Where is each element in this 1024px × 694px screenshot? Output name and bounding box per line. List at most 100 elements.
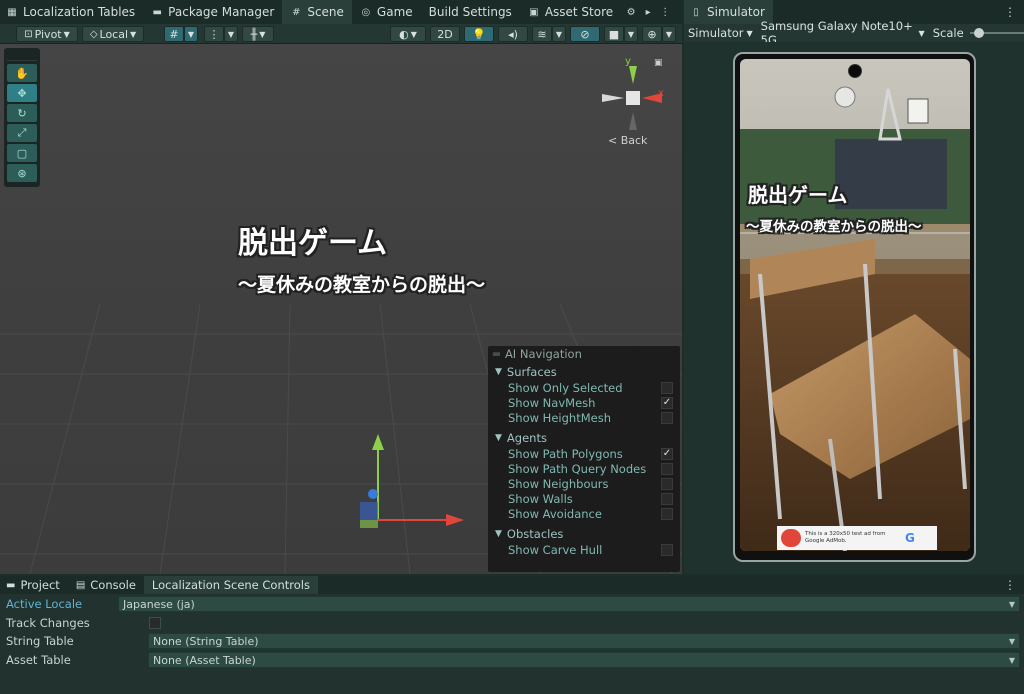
camera-dropdown[interactable]: ▼ [624, 26, 638, 42]
align-button[interactable]: ╫ ▼ [242, 26, 274, 42]
grid-snap-dropdown[interactable]: ▼ [184, 26, 198, 42]
hand-tool-button[interactable]: ✋ [7, 64, 37, 82]
tab-label: Console [90, 578, 136, 592]
move-tool-button[interactable]: ✥ [7, 84, 37, 102]
chevron-down-icon: ▼ [130, 29, 137, 39]
asset-table-label: Asset Table [6, 653, 71, 667]
tab-build-settings[interactable]: Build Settings [421, 0, 520, 24]
gizmo-back-label: < Back [608, 134, 648, 147]
gizmos-icon: ⊕ [647, 27, 657, 41]
more-icon[interactable]: ⋮ [1004, 5, 1016, 19]
option-show-neighbours[interactable]: Show Neighbours [488, 476, 680, 491]
track-changes-label: Track Changes [6, 616, 90, 630]
asset-table-row: Asset Table None (Asset Table) ▼ [0, 651, 1024, 669]
ai-navigation-header[interactable]: ═ AI Navigation [488, 346, 680, 361]
simulator-mode-dropdown[interactable]: Simulator ▼ [684, 26, 753, 40]
tab-asset-store[interactable]: ▣ Asset Store [520, 0, 621, 24]
cube-icon: ◇ [89, 28, 98, 40]
tab-localization-tables[interactable]: ▦ Localization Tables [0, 0, 143, 24]
string-table-value: None (String Table) [153, 634, 259, 648]
local-dropdown[interactable]: ◇ Local ▼ [82, 26, 144, 42]
active-locale-dropdown[interactable]: Japanese (ja) ▼ [118, 596, 1020, 612]
layers-icon: ≋ [537, 27, 547, 41]
chevron-down-icon: ▼ [555, 29, 563, 39]
toggle-2d-button[interactable]: 2D [430, 26, 460, 42]
pivot-dropdown[interactable]: ⊡ Pivot ▼ [16, 26, 78, 42]
checkbox[interactable] [661, 462, 673, 475]
asset-table-value: None (Asset Table) [153, 653, 256, 667]
device-frame: 脱出ゲーム 〜夏休みの教室からの脱出〜 This is a 320x50 tes… [733, 52, 976, 562]
camera-button[interactable]: ■ [604, 26, 624, 42]
audio-toggle[interactable]: ◂) [498, 26, 528, 42]
more-icon[interactable]: ⋮ [1004, 578, 1016, 592]
option-show-navmesh[interactable]: Show NavMesh ✓ [488, 395, 680, 410]
option-label: Show Only Selected [508, 380, 623, 395]
scale-slider[interactable] [969, 26, 1024, 40]
simulator-mode-label: Simulator [688, 26, 744, 40]
option-show-carve-hull[interactable]: Show Carve Hull [488, 542, 680, 557]
option-show-heightmesh[interactable]: Show HeightMesh [488, 410, 680, 425]
increment-snap-dropdown[interactable]: ▼ [224, 26, 238, 42]
gear-icon: ⚙ [626, 6, 636, 18]
tab-package-manager[interactable]: ▬ Package Manager [143, 0, 282, 24]
scale-tool-button[interactable]: ⤢ [7, 124, 37, 142]
checkbox[interactable] [661, 477, 673, 490]
transform-tool-button[interactable]: ⊛ [7, 164, 37, 182]
classroom-scene-image [740, 59, 970, 551]
lighting-toggle[interactable]: 💡 [464, 26, 494, 42]
option-show-only-selected[interactable]: Show Only Selected [488, 380, 680, 395]
increment-snap-button[interactable]: ⋮ [204, 26, 224, 42]
option-show-walls[interactable]: Show Walls [488, 491, 680, 506]
tab-project[interactable]: ▬ Project [0, 576, 68, 594]
track-changes-checkbox[interactable] [149, 617, 161, 629]
option-label: Show Walls [508, 491, 573, 506]
rect-tool-button[interactable]: ▢ [7, 144, 37, 162]
option-show-path-query-nodes[interactable]: Show Path Query Nodes [488, 461, 680, 476]
google-logo-icon: G [905, 531, 915, 545]
string-table-row: String Table None (String Table) ▼ [0, 632, 1024, 650]
orientation-gizmo[interactable] [596, 56, 676, 136]
bottom-tab-bar: ▬ Project ▤ Console Localization Scene C… [0, 576, 1024, 594]
rotate-tool-button[interactable]: ↻ [7, 104, 37, 122]
section-obstacles[interactable]: ▼ Obstacles [488, 525, 680, 542]
slider-thumb[interactable] [973, 28, 984, 38]
tool-palette: ✋ ✥ ↻ ⤢ ▢ ⊛ [4, 48, 40, 187]
move-handle-gizmo[interactable] [350, 432, 470, 542]
checkbox[interactable] [661, 492, 673, 505]
tab-game[interactable]: ◎ Game [352, 0, 421, 24]
tab-scene[interactable]: # Scene [282, 0, 352, 24]
tab-console[interactable]: ▤ Console [68, 576, 144, 594]
scene-viewport[interactable]: ✋ ✥ ↻ ⤢ ▢ ⊛ y x ▣ < Back 脱出ゲーム 〜夏休みの教室から… [0, 44, 682, 574]
palette-grip[interactable] [7, 51, 37, 61]
draw-mode-dropdown[interactable]: ◐ ▼ [390, 26, 426, 42]
device-screen[interactable]: 脱出ゲーム 〜夏休みの教室からの脱出〜 This is a 320x50 tes… [740, 59, 970, 551]
section-agents[interactable]: ▼ Agents [488, 429, 680, 446]
checkbox[interactable]: ✓ [661, 447, 673, 460]
option-show-path-polygons[interactable]: Show Path Polygons ✓ [488, 446, 680, 461]
effects-button[interactable]: ≋ [532, 26, 552, 42]
tab-overflow[interactable]: ⚙ ▸ ⋮ [621, 0, 675, 24]
grid-snap-button[interactable]: # [164, 26, 184, 42]
chevron-right-icon: ▸ [645, 6, 651, 18]
checkbox[interactable]: ✓ [661, 396, 673, 409]
checkbox[interactable] [661, 507, 673, 520]
lock-icon[interactable]: ▣ [654, 58, 663, 68]
scene-visibility-toggle[interactable]: ⊘ [570, 26, 600, 42]
gizmos-dropdown[interactable]: ▼ [662, 26, 676, 42]
tab-localization-scene-controls[interactable]: Localization Scene Controls [143, 576, 318, 594]
eye-slash-icon: ⊘ [580, 27, 590, 41]
align-icon: ╫ [250, 27, 258, 41]
2d-label: 2D [437, 27, 453, 41]
checkbox[interactable] [661, 543, 673, 556]
ad-banner[interactable]: This is a 320x50 test ad from Google AdM… [777, 526, 937, 550]
string-table-dropdown[interactable]: None (String Table) ▼ [148, 633, 1020, 649]
section-surfaces[interactable]: ▼ Surfaces [488, 363, 680, 380]
console-icon: ▤ [75, 579, 86, 591]
rect-icon: ▢ [16, 146, 28, 160]
effects-dropdown[interactable]: ▼ [552, 26, 566, 42]
checkbox[interactable] [661, 411, 673, 424]
option-show-avoidance[interactable]: Show Avoidance [488, 506, 680, 521]
asset-table-dropdown[interactable]: None (Asset Table) ▼ [148, 652, 1020, 668]
gizmos-button[interactable]: ⊕ [642, 26, 662, 42]
checkbox[interactable] [661, 381, 673, 394]
